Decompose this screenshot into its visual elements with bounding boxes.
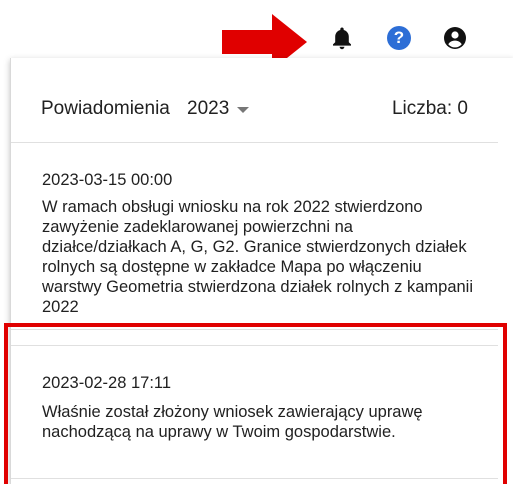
red-highlight-box (4, 323, 507, 484)
top-bar: ? (0, 0, 513, 70)
account-icon[interactable] (441, 24, 469, 52)
year-select[interactable]: 2023 (187, 98, 250, 120)
notification-item[interactable]: 2023-03-15 00:00 W ramach obsługi wniosk… (11, 143, 498, 330)
help-icon[interactable]: ? (385, 24, 413, 52)
notifications-header: Powiadomienia 2023 Liczba: 0 (11, 58, 498, 143)
notification-date: 2023-03-15 00:00 (42, 171, 173, 189)
bell-icon[interactable] (328, 24, 356, 52)
year-select-value: 2023 (187, 98, 230, 119)
notification-text: W ramach obsługi wniosku na rok 2022 stw… (42, 198, 473, 316)
notification-count: Liczba: 0 (391, 98, 468, 119)
help-glyph: ? (387, 26, 411, 50)
panel-title: Powiadomienia (41, 98, 170, 119)
chevron-down-icon (237, 107, 250, 113)
